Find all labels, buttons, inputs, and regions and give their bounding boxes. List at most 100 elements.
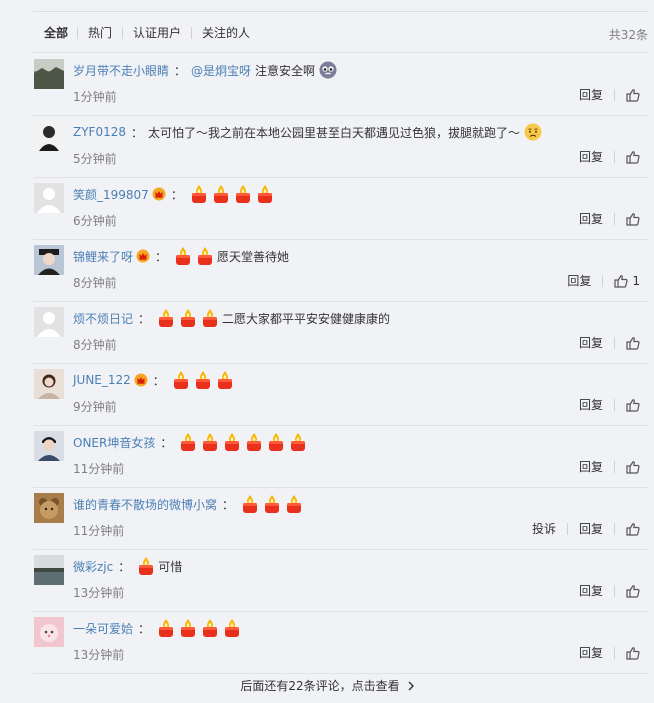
candle-emoji-icon (157, 618, 175, 638)
action-divider (614, 88, 615, 101)
username-link[interactable]: 笑颜_199807 (73, 186, 149, 203)
tab-hot[interactable]: 热门 (88, 26, 112, 40)
comment-actions: 回复 (579, 582, 640, 599)
like-button[interactable] (626, 150, 640, 164)
mention-link[interactable]: @是炯宝呀 (191, 62, 251, 79)
candle-emoji-icon (196, 246, 214, 266)
comment-item: ONER坤音女孩 ： 11分钟前 回复 (33, 425, 648, 488)
action-divider (614, 460, 615, 473)
reply-button[interactable]: 回复 (579, 396, 603, 413)
avatar[interactable] (34, 431, 64, 461)
username-link[interactable]: 岁月带不走小眼睛 (73, 62, 169, 79)
candle-emoji-icon (201, 618, 219, 638)
avatar[interactable] (34, 245, 64, 275)
comment-item: 烦不烦日记 ： 二愿大家都平平安安健健康康的 8分钟前 回复 (33, 301, 648, 364)
comment-actions: 回复 (579, 148, 640, 165)
reply-button[interactable]: 回复 (579, 644, 603, 661)
comment-timestamp: 13分钟前 (73, 586, 125, 600)
avatar[interactable] (34, 183, 64, 213)
like-button[interactable]: 1 (614, 274, 640, 288)
cry-face-emoji-icon (319, 61, 337, 79)
comment-timestamp: 11分钟前 (73, 462, 125, 476)
comment-text: 愿天堂善待她 (217, 249, 290, 264)
comment-filter-bar: 全部 热门 认证用户 关注的人 共32条 (33, 12, 648, 53)
reply-button[interactable]: 回复 (579, 582, 603, 599)
vip-crown-icon (152, 187, 166, 201)
reply-button[interactable]: 回复 (579, 520, 603, 537)
chevron-right-icon (408, 681, 414, 690)
colon-separator: ： (138, 621, 151, 636)
comment-timestamp: 5分钟前 (73, 152, 117, 166)
colon-separator: ： (118, 559, 131, 574)
colon-separator: ： (138, 311, 151, 326)
avatar[interactable] (34, 493, 64, 523)
like-button[interactable] (626, 522, 640, 536)
comment-content: 岁月带不走小眼睛 ： @是炯宝呀 注意安全啊 (73, 59, 337, 81)
tab-following[interactable]: 关注的人 (202, 26, 250, 40)
avatar[interactable] (34, 369, 64, 399)
candle-emoji-icon (179, 308, 197, 328)
like-button[interactable] (626, 398, 640, 412)
comment-actions: 回复 (579, 458, 640, 475)
like-button[interactable] (626, 460, 640, 474)
report-button[interactable]: 投诉 (532, 520, 556, 537)
comment-actions: 回复 (579, 334, 640, 351)
comment-actions: 回复 (579, 86, 640, 103)
colon-separator: ： (155, 249, 168, 264)
avatar[interactable] (34, 307, 64, 337)
comment-timestamp: 8分钟前 (73, 338, 117, 352)
like-button[interactable] (626, 646, 640, 660)
candle-emoji-icon (212, 184, 230, 204)
candle-emoji-icon (216, 370, 234, 390)
reply-button[interactable]: 回复 (579, 210, 603, 227)
tab-verified[interactable]: 认证用户 (133, 26, 181, 40)
reply-button[interactable]: 回复 (579, 148, 603, 165)
avatar[interactable] (34, 121, 64, 151)
username-link[interactable]: ONER坤音女孩 (73, 434, 155, 451)
comment-content: ONER坤音女孩 ： (73, 431, 309, 453)
reply-button[interactable]: 回复 (579, 458, 603, 475)
username-link[interactable]: ZYF0128 (73, 125, 126, 139)
tab-divider (77, 27, 78, 39)
colon-separator: ： (174, 63, 187, 78)
action-divider (614, 212, 615, 225)
candle-emoji-icon (223, 618, 241, 638)
thumbs-up-icon (626, 522, 640, 536)
action-divider (614, 522, 615, 535)
comment-content: 谁的青春不散场的微博小窝 ： (73, 493, 305, 515)
comment-timestamp: 11分钟前 (73, 524, 125, 538)
candle-emoji-icon (263, 494, 281, 514)
username-link[interactable]: 微彩zjc (73, 558, 113, 575)
username-link[interactable]: JUNE_122 (73, 373, 131, 387)
comment-timestamp: 13分钟前 (73, 648, 125, 662)
avatar[interactable] (34, 59, 64, 89)
like-button[interactable] (626, 336, 640, 350)
comment-actions: 回复 (579, 210, 640, 227)
comment-text: 二愿大家都平平安安健健康康的 (222, 311, 391, 326)
reply-button[interactable]: 回复 (567, 272, 591, 289)
reply-button[interactable]: 回复 (579, 334, 603, 351)
comment-text: 注意安全啊 (255, 63, 316, 78)
candle-emoji-icon (157, 308, 175, 328)
avatar[interactable] (34, 617, 64, 647)
username-link[interactable]: 锦鲤来了呀 (73, 248, 133, 265)
like-button[interactable] (626, 584, 640, 598)
candle-emoji-icon (241, 494, 259, 514)
avatar[interactable] (34, 555, 64, 585)
like-button[interactable] (626, 212, 640, 226)
reply-button[interactable]: 回复 (579, 86, 603, 103)
candle-emoji-icon (223, 432, 241, 452)
comment-item: 微彩zjc ： 可惜 13分钟前 回复 (33, 549, 648, 612)
username-link[interactable]: 谁的青春不散场的微博小窝 (73, 496, 217, 513)
username-link[interactable]: 烦不烦日记 (73, 310, 133, 327)
candle-emoji-icon (234, 184, 252, 204)
tab-all[interactable]: 全部 (44, 26, 68, 40)
thumbs-up-icon (626, 150, 640, 164)
load-more-comments-link[interactable]: 后面还有22条评论，点击查看 (0, 668, 654, 703)
username-link[interactable]: 一朵可爱姶 (73, 620, 133, 637)
thumbs-up-icon (626, 212, 640, 226)
comment-content: ZYF0128 ： 太可怕了～我之前在本地公园里甚至白天都遇见过色狼，拔腿就跑了～ (73, 121, 542, 143)
candle-emoji-icon (289, 432, 307, 452)
candle-emoji-icon (267, 432, 285, 452)
like-button[interactable] (626, 88, 640, 102)
